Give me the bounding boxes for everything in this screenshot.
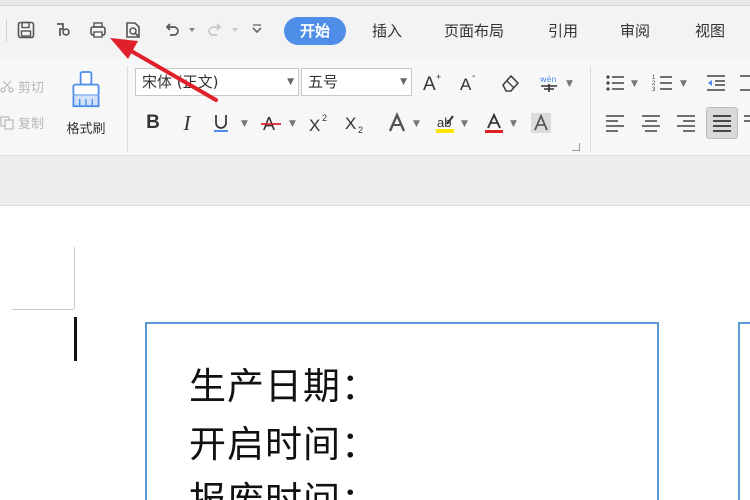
font-size-select[interactable]: 五号 ▼ — [301, 68, 412, 96]
font-dialog-launcher[interactable] — [572, 143, 580, 151]
ribbon-lower-strip — [0, 156, 750, 206]
svg-text:2: 2 — [358, 125, 363, 134]
svg-text:wén: wén — [540, 74, 557, 84]
clear-formatting-icon[interactable] — [497, 70, 523, 96]
print-icon[interactable] — [86, 18, 110, 42]
svg-text:A: A — [423, 74, 436, 93]
margin-guide-vertical — [74, 247, 75, 309]
chevron-down-icon[interactable]: ▼ — [413, 119, 420, 129]
numbering-icon[interactable]: 123 — [650, 70, 676, 96]
text-cursor — [74, 317, 77, 361]
group-separator — [127, 66, 128, 152]
svg-text:X: X — [309, 116, 320, 134]
margin-guide-horizontal — [12, 309, 74, 310]
font-family-select[interactable]: 宋体 (正文) ▼ — [135, 68, 299, 96]
font-size-value: 五号 — [308, 73, 339, 91]
chevron-down-icon[interactable]: ▼ — [566, 79, 573, 89]
svg-text:X: X — [345, 114, 356, 133]
expiry-time-line[interactable]: 报废时间： — [189, 470, 379, 500]
open-time-line[interactable]: 开启时间： — [189, 414, 379, 468]
svg-text:-: - — [472, 71, 475, 82]
format-painter-button[interactable]: 格式刷 — [58, 70, 114, 140]
font-color-icon[interactable] — [481, 110, 507, 136]
align-right-icon[interactable] — [673, 110, 699, 136]
copy-button[interactable]: 复制 — [0, 113, 44, 132]
underline-icon[interactable] — [208, 110, 234, 136]
format-painter-label: 格式刷 — [66, 122, 106, 137]
font-family-value: 宋体 (正文) — [142, 73, 219, 91]
chevron-down-icon[interactable]: ▼ — [241, 119, 248, 129]
undo-dropdown-icon[interactable] — [180, 18, 204, 42]
cut-label: 剪切 — [18, 81, 45, 96]
align-center-icon[interactable] — [638, 110, 664, 136]
production-date-line[interactable]: 生产日期： — [189, 356, 379, 410]
decrease-font-size-icon[interactable]: A- — [456, 69, 482, 95]
svg-text:3: 3 — [652, 87, 656, 93]
redo-dropdown-icon[interactable] — [223, 18, 247, 42]
subscript-icon[interactable]: X2 — [342, 110, 368, 136]
highlight-icon[interactable]: ab — [432, 110, 458, 136]
increase-indent-icon[interactable] — [736, 70, 750, 96]
decrease-indent-icon[interactable] — [703, 70, 729, 96]
tab-references[interactable]: 引用 — [532, 17, 594, 45]
tab-insert[interactable]: 插入 — [352, 17, 422, 45]
svg-text:A: A — [460, 75, 472, 93]
group-separator — [590, 66, 591, 152]
chevron-down-icon[interactable]: ▼ — [289, 119, 296, 129]
scissors-icon — [0, 80, 14, 93]
save-icon[interactable] — [14, 18, 38, 42]
copy-label: 复制 — [18, 117, 45, 132]
text-effects-icon[interactable] — [384, 110, 410, 136]
tab-review[interactable]: 审阅 — [604, 17, 666, 45]
justify-icon[interactable] — [706, 107, 738, 139]
bold-icon[interactable]: B — [140, 110, 166, 136]
svg-text:2: 2 — [322, 113, 327, 123]
chevron-down-icon[interactable]: ▼ — [631, 79, 638, 89]
align-left-icon[interactable] — [602, 110, 628, 136]
tab-page-layout[interactable]: 页面布局 — [433, 17, 515, 45]
tab-view[interactable]: 视图 — [680, 17, 740, 45]
chevron-down-icon[interactable]: ▼ — [461, 119, 468, 129]
print-preview-icon[interactable] — [121, 18, 145, 42]
cut-button[interactable]: 剪切 — [0, 77, 44, 96]
chevron-down-icon: ▼ — [400, 77, 407, 87]
toolbar-divider — [6, 20, 7, 42]
chevron-down-icon[interactable]: ▼ — [510, 119, 517, 129]
bullets-icon[interactable] — [602, 70, 628, 96]
customize-qat-icon[interactable] — [245, 18, 269, 42]
chevron-down-icon[interactable]: ▼ — [680, 79, 687, 89]
copy-icon — [0, 115, 14, 130]
distributed-align-icon[interactable] — [740, 110, 750, 136]
chevron-down-icon: ▼ — [287, 77, 294, 87]
quick-access-toolbar: 开始 插入 页面布局 引用 审阅 视图 — [0, 0, 750, 58]
svg-text:+: + — [436, 72, 441, 82]
increase-font-size-icon[interactable]: A + — [420, 69, 446, 95]
italic-icon[interactable]: I — [174, 110, 200, 136]
tab-home[interactable]: 开始 — [284, 17, 346, 45]
format-painter-icon — [72, 71, 100, 108]
label-text-box-next[interactable] — [738, 322, 750, 500]
strikethrough-icon[interactable]: A — [258, 110, 284, 136]
character-shading-icon[interactable] — [528, 110, 554, 136]
phonetic-guide-icon[interactable]: wén — [536, 70, 562, 96]
title-bar-edge — [0, 0, 750, 6]
format-painter-quick-icon[interactable] — [50, 18, 74, 42]
superscript-icon[interactable]: X2 — [306, 110, 332, 136]
